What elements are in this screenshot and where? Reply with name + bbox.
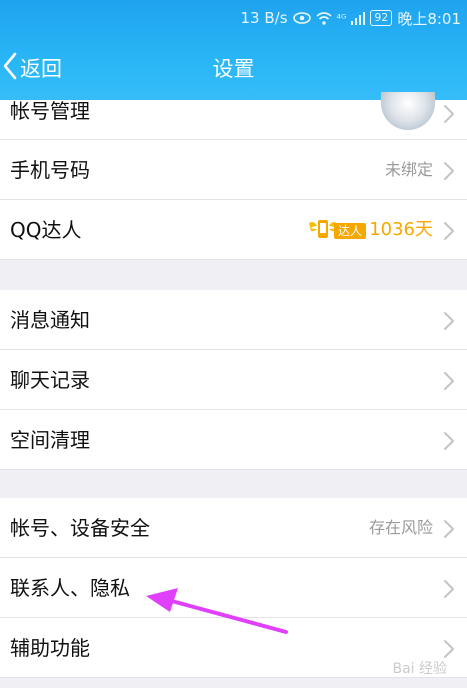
watermark: Bai 经验 [392,661,447,677]
annotation-arrow-icon [146,588,288,634]
